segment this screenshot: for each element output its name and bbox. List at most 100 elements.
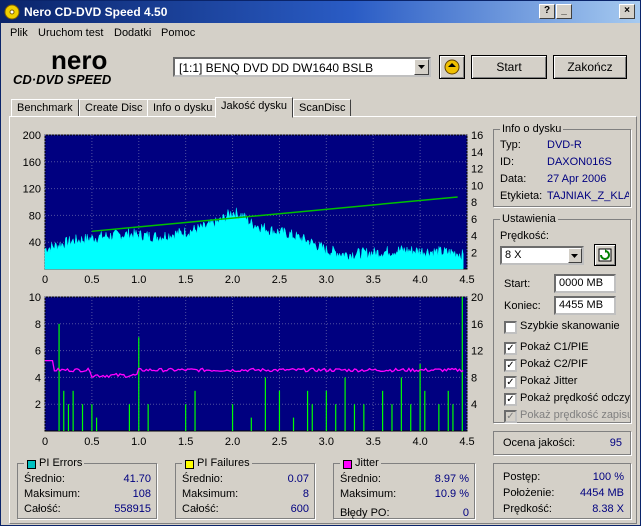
title-bar[interactable]: Nero CD-DVD Speed 4.50 ? _ × bbox=[1, 1, 640, 23]
pif-chart-x-tick: 0 bbox=[42, 436, 48, 448]
read-speed-label: Prędkość: bbox=[503, 503, 552, 515]
stop-button[interactable]: Zakończ bbox=[553, 55, 627, 79]
pi-failures-swatch bbox=[185, 460, 194, 469]
jitter-max: 10.9 % bbox=[434, 488, 469, 500]
disc-date-label: Data: bbox=[500, 173, 527, 185]
disc-id-value: DAXON016S bbox=[547, 156, 612, 168]
tab-jakosc-dysku[interactable]: Jakość dysku bbox=[215, 97, 294, 118]
drive-dropdown-button[interactable] bbox=[414, 59, 429, 75]
refresh-speed-button[interactable] bbox=[594, 244, 616, 266]
quality-score-label: Ocena jakości: bbox=[503, 437, 576, 449]
pif-chart-x-tick: 3.0 bbox=[319, 436, 334, 448]
progress-value: 100 % bbox=[592, 471, 624, 483]
show-pif-checkbox[interactable]: ✓ bbox=[504, 359, 517, 372]
position-label: Położenie: bbox=[503, 487, 555, 499]
show-pif-label: Pokaż C2/PIF bbox=[520, 358, 588, 370]
pi-failures-chart-svg: 0 0.5 1.0 1.5 2.0 2.5 3.0 3.5 4.0 4.5 10 8 6 4 2 20 16 12… bbox=[29, 292, 484, 448]
start-label: Start: bbox=[504, 278, 531, 290]
pif-chart-y-right-tick: 4 bbox=[471, 399, 477, 411]
drive-select-value: [1:1] BENQ DVD DD DW1640 BSLB bbox=[179, 61, 374, 75]
pi-errors-avg: 41.70 bbox=[123, 473, 151, 485]
pif-chart-y-right-tick: 12 bbox=[471, 346, 483, 358]
pif-chart-x-tick: 4.0 bbox=[412, 436, 427, 448]
pie-chart-x-tick: 1.5 bbox=[178, 274, 193, 286]
pif-chart-x-tick: 2.0 bbox=[225, 436, 240, 448]
settings-group: Ustawienia Prędkość: 8 X Start: 0000 MB … bbox=[493, 213, 631, 423]
disc-type-value: DVD-R bbox=[547, 139, 582, 151]
show-write-speed-label: Pokaż prędkość zapisu bbox=[520, 409, 630, 421]
app-window: Nero CD-DVD Speed 4.50 ? _ × Plik Urucho… bbox=[0, 0, 641, 526]
show-pie-checkbox[interactable]: ✓ bbox=[504, 342, 517, 355]
settings-title: Ustawienia bbox=[500, 213, 558, 225]
pif-chart-x-tick: 2.5 bbox=[272, 436, 287, 448]
pie-chart-y-right-tick: 10 bbox=[471, 180, 483, 192]
tab-create-disc[interactable]: Create Disc bbox=[79, 99, 149, 117]
pie-chart-y-right-tick: 2 bbox=[471, 247, 477, 259]
end-field[interactable]: 4455 MB bbox=[554, 296, 616, 315]
pif-chart-y-left-tick: 8 bbox=[35, 319, 41, 331]
quick-scan-checkbox[interactable] bbox=[504, 321, 517, 334]
start-field[interactable]: 0000 MB bbox=[554, 274, 616, 293]
refresh-icon bbox=[598, 248, 612, 262]
start-button[interactable]: Start bbox=[471, 55, 547, 79]
show-jitter-checkbox[interactable]: ✓ bbox=[504, 376, 517, 389]
pif-chart-y-left-tick: 4 bbox=[35, 372, 41, 384]
menu-plik[interactable]: Plik bbox=[10, 27, 28, 39]
end-label: Koniec: bbox=[504, 300, 541, 312]
jitter-avg: 8.97 % bbox=[434, 473, 469, 485]
read-speed-value: 8.38 X bbox=[592, 503, 624, 515]
pie-chart-x-tick: 4.0 bbox=[412, 274, 427, 286]
help-button[interactable]: ? bbox=[539, 4, 555, 19]
po-errors-value: 0 bbox=[462, 507, 469, 519]
tab-scandisc[interactable]: ScanDisc bbox=[293, 99, 352, 117]
pi-errors-total: 558915 bbox=[114, 503, 151, 515]
nero-logo: nero CD·DVD SPEED bbox=[13, 47, 112, 87]
menu-pomoc[interactable]: Pomoc bbox=[161, 27, 195, 39]
eject-button[interactable] bbox=[439, 55, 465, 79]
pi-errors-stats: PI Errors Średnio: 41.70 Maksimum: 108 C… bbox=[17, 457, 157, 519]
tab-info-o-dysku[interactable]: Info o dysku bbox=[147, 99, 219, 117]
progress-stats: Postęp: 100 % Położenie: 4454 MB Prędkoś… bbox=[493, 463, 631, 519]
show-pie-label: Pokaż C1/PIE bbox=[520, 341, 589, 353]
show-write-speed-checkbox: ✓ bbox=[504, 410, 517, 423]
speed-dropdown-button[interactable] bbox=[568, 248, 582, 263]
menu-uruchom-test[interactable]: Uruchom test bbox=[38, 27, 103, 39]
pie-chart-y-right-tick: 16 bbox=[471, 130, 483, 142]
pif-chart-y-left-tick: 2 bbox=[35, 399, 41, 411]
pie-chart-y-right-tick: 4 bbox=[471, 231, 477, 243]
pif-chart-x-tick: 0.5 bbox=[84, 436, 99, 448]
pif-chart-y-right-tick: 16 bbox=[471, 319, 483, 331]
pie-chart-x-tick: 4.5 bbox=[459, 274, 474, 286]
pi-failures-max: 8 bbox=[302, 488, 309, 500]
pif-chart-x-tick: 1.5 bbox=[178, 436, 193, 448]
disc-type-label: Typ: bbox=[500, 139, 521, 151]
quality-score-value: 95 bbox=[609, 437, 622, 449]
pi-failures-avg: 0.07 bbox=[287, 473, 309, 485]
speed-select[interactable]: 8 X bbox=[500, 246, 584, 265]
pie-chart-y-right-tick: 12 bbox=[471, 164, 483, 176]
pi-errors-swatch bbox=[27, 460, 36, 469]
pi-errors-max-label: Maksimum: bbox=[24, 488, 81, 500]
logo-product: CD·DVD SPEED bbox=[13, 72, 112, 87]
pi-failures-chart: 0 0.5 1.0 1.5 2.0 2.5 3.0 3.5 4.0 4.5 10 8 6 4 2 20 16 12… bbox=[13, 291, 489, 451]
jitter-swatch bbox=[343, 460, 352, 469]
close-button[interactable]: × bbox=[619, 4, 635, 19]
show-jitter-label: Pokaż Jitter bbox=[520, 375, 578, 387]
window-title: Nero CD-DVD Speed 4.50 bbox=[24, 5, 168, 19]
pi-errors-total-label: Całość: bbox=[24, 503, 61, 515]
po-errors-label: Błędy PO: bbox=[340, 507, 390, 519]
pie-chart-y-left-tick: 200 bbox=[23, 130, 41, 142]
disc-info-group: Info o dysku Typ: DVD-R ID: DAXON016S Da… bbox=[493, 123, 631, 207]
jitter-stats: Jitter Średnio: 8.97 % Maksimum: 10.9 % … bbox=[333, 457, 475, 519]
pi-errors-chart: 0 0.5 1.0 1.5 2.0 2.5 3.0 3.5 4.0 4.5 200 160 120 80 4… bbox=[13, 123, 489, 289]
pi-failures-max-label: Maksimum: bbox=[182, 488, 239, 500]
menu-dodatki[interactable]: Dodatki bbox=[114, 27, 151, 39]
pie-chart-y-right-tick: 8 bbox=[471, 197, 477, 209]
disc-label-value: TAJNIAK_Z_KLA bbox=[547, 190, 629, 202]
minimize-button[interactable]: _ bbox=[556, 4, 572, 19]
app-disc-icon bbox=[4, 4, 20, 20]
drive-select[interactable]: [1:1] BENQ DVD DD DW1640 BSLB bbox=[173, 57, 431, 77]
pif-chart-x-tick: 1.0 bbox=[131, 436, 146, 448]
show-read-speed-checkbox[interactable]: ✓ bbox=[504, 393, 517, 406]
tab-benchmark[interactable]: Benchmark bbox=[11, 99, 79, 117]
